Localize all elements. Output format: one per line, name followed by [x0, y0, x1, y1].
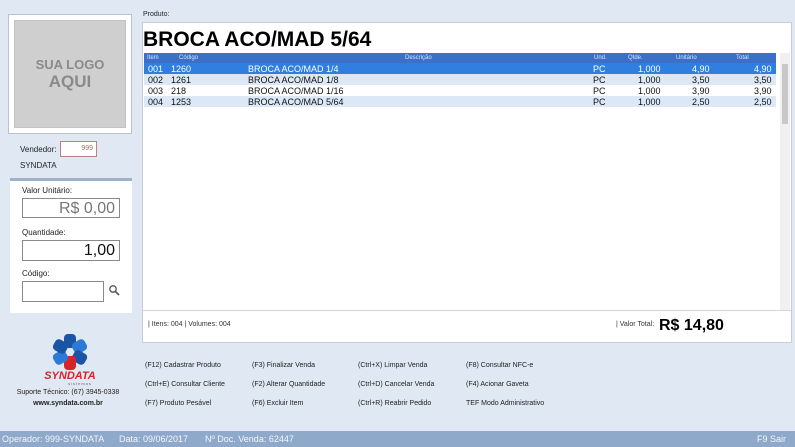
- cell-item: 002: [148, 75, 164, 85]
- shortcut-ctrl-r[interactable]: (Ctrl+R) Reabrir Pedido: [358, 400, 431, 407]
- status-bar: Operador: 999-SYNDATA Data: 09/06/2017 N…: [0, 431, 795, 447]
- cell-codigo: 1253: [171, 97, 192, 107]
- cell-total: 2,50: [754, 97, 772, 107]
- table-row[interactable]: 003 218 BROCA ACO/MAD 1/16 PC 1,000 3,90…: [144, 85, 776, 96]
- quantidade-label: Quantidade:: [22, 228, 66, 237]
- cell-descricao: BROCA ACO/MAD 1/4: [248, 64, 339, 74]
- shortcut-f3[interactable]: (F3) Finalizar Venda: [252, 362, 315, 369]
- codigo-input[interactable]: [22, 281, 104, 302]
- suporte-text: Suporte Técnico: (67) 3945-0338: [16, 389, 120, 396]
- vendedor-name: SYNDATA: [20, 161, 57, 170]
- brand-sub: sistemas: [68, 381, 92, 386]
- valor-total: R$ 14,80: [659, 317, 724, 334]
- scrollbar-thumb[interactable]: [782, 64, 788, 124]
- shortcut-f12[interactable]: (F12) Cadastrar Produto: [145, 362, 221, 369]
- status-operador: Operador: 999-SYNDATA: [2, 434, 105, 444]
- col-header-total: Total: [736, 55, 749, 61]
- cell-item: 001: [148, 64, 164, 74]
- cell-descricao: BROCA ACO/MAD 1/16: [248, 86, 344, 96]
- cell-descricao: BROCA ACO/MAD 1/8: [248, 75, 339, 85]
- items-table: Item Código Descrição Und. Qtde. Unitári…: [144, 53, 776, 107]
- vendedor-input[interactable]: 999: [60, 141, 97, 157]
- col-header-codigo: Código: [179, 55, 199, 61]
- shortcut-tef[interactable]: TEF Modo Administrativo: [466, 400, 544, 407]
- logo-placeholder-inner: SUA LOGO AQUI: [14, 20, 126, 128]
- cell-codigo: 218: [171, 86, 187, 96]
- shortcut-f2[interactable]: (F2) Alterar Quantidade: [252, 381, 325, 388]
- shortcut-f7[interactable]: (F7) Produto Pesável: [145, 400, 211, 407]
- cell-unitario: 2,50: [692, 97, 710, 107]
- cell-item: 003: [148, 86, 164, 96]
- shortcut-f6[interactable]: (F6) Excluir Item: [252, 400, 303, 407]
- table-header: Item Código Descrição Und. Qtde. Unitári…: [144, 53, 776, 63]
- cell-unitario: 4,90: [692, 64, 710, 74]
- shortcut-ctrl-x[interactable]: (Ctrl+X) Limpar Venda: [358, 362, 427, 369]
- cell-total: 3,50: [754, 75, 772, 85]
- shortcut-f4[interactable]: (F4) Acionar Gaveta: [466, 381, 529, 388]
- valor-total-label: | Valor Total:: [616, 321, 655, 328]
- col-header-qtde: Qtde.: [628, 55, 643, 61]
- itens-volumes-info: | Itens: 004 | Volumes: 004: [148, 321, 231, 328]
- logo-line2: AQUI: [48, 71, 92, 91]
- cell-und: PC: [593, 75, 606, 85]
- syndata-logo-icon: SYNDATA sistemas: [44, 334, 96, 386]
- table-row[interactable]: 002 1261 BROCA ACO/MAD 1/8 PC 1,000 3,50…: [144, 74, 776, 85]
- cell-qtde: 1,000: [638, 75, 661, 85]
- valor-unitario-label: Valor Unitário:: [22, 186, 73, 195]
- status-data: Data: 09/06/2017: [119, 434, 189, 444]
- quantidade-field[interactable]: 1,00: [22, 240, 120, 261]
- produto-title: BROCA ACO/MAD 5/64: [143, 28, 372, 51]
- site-link[interactable]: www.syndata.com.br: [14, 400, 122, 407]
- col-header-item: Item: [147, 55, 159, 61]
- cell-qtde: 1,000: [638, 86, 661, 96]
- cell-und: PC: [593, 64, 606, 74]
- cell-qtde: 1,000: [638, 64, 661, 74]
- cell-total: 4,90: [754, 64, 772, 74]
- cell-und: PC: [593, 97, 606, 107]
- table-row[interactable]: 004 1253 BROCA ACO/MAD 5/64 PC 1,000 2,5…: [144, 96, 776, 107]
- valor-unitario-field[interactable]: R$ 0,00: [22, 198, 120, 218]
- table-row[interactable]: 001 1260 BROCA ACO/MAD 1/4 PC 1,000 4,90…: [144, 63, 776, 74]
- totals-divider: [143, 310, 791, 311]
- shortcut-ctrl-e[interactable]: (Ctrl+E) Consultar Cliente: [145, 381, 225, 388]
- logo-line1: SUA LOGO: [35, 56, 105, 72]
- cell-codigo: 1261: [171, 75, 192, 85]
- vendedor-label: Vendedor:: [20, 145, 57, 154]
- cell-qtde: 1,000: [638, 97, 661, 107]
- cell-descricao: BROCA ACO/MAD 5/64: [248, 97, 344, 107]
- shortcut-ctrl-d[interactable]: (Ctrl+D) Cancelar Venda: [358, 381, 434, 388]
- col-header-descricao: Descrição: [405, 55, 432, 61]
- search-icon[interactable]: [108, 284, 120, 296]
- shortcut-f8[interactable]: (F8) Consultar NFC-e: [466, 362, 533, 369]
- cell-codigo: 1260: [171, 64, 192, 74]
- sair-button[interactable]: F9 Sair: [757, 434, 786, 444]
- logo-placeholder: SUA LOGO AQUI: [8, 14, 132, 134]
- col-header-und: Und.: [594, 55, 607, 61]
- cell-unitario: 3,50: [692, 75, 710, 85]
- status-doc: Nº Doc. Venda: 62447: [205, 434, 294, 444]
- codigo-label: Código:: [22, 269, 50, 278]
- cell-item: 004: [148, 97, 164, 107]
- cell-und: PC: [593, 86, 606, 96]
- col-header-unitario: Unitário: [676, 55, 697, 61]
- cell-total: 3,90: [754, 86, 772, 96]
- cell-unitario: 3,90: [692, 86, 710, 96]
- produto-label: Produto:: [143, 11, 170, 18]
